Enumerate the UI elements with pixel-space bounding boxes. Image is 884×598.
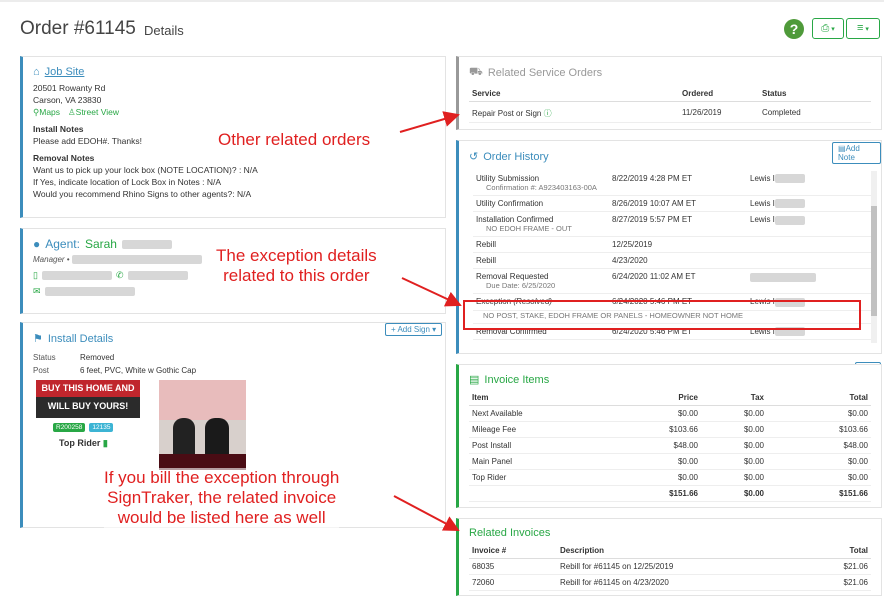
annotation-exception-line-1: The exception details (216, 246, 377, 265)
annotation-invoice-line-3: would be listed here as well (117, 508, 326, 527)
annotation-exception-line-2: related to this order (223, 266, 370, 285)
arrow-exception (401, 277, 462, 307)
arrow-invoices (393, 495, 460, 531)
annotation-invoice-line-1: If you bill the exception through (104, 468, 340, 487)
annotation-exception: The exception details related to this or… (216, 246, 377, 286)
annotation-invoice: If you bill the exception through SignTr… (104, 468, 340, 528)
arrow-related-orders (399, 111, 460, 133)
annotation-invoice-line-2: SignTraker, the related invoice (107, 488, 337, 507)
annotation-related-orders: Other related orders (218, 130, 371, 149)
